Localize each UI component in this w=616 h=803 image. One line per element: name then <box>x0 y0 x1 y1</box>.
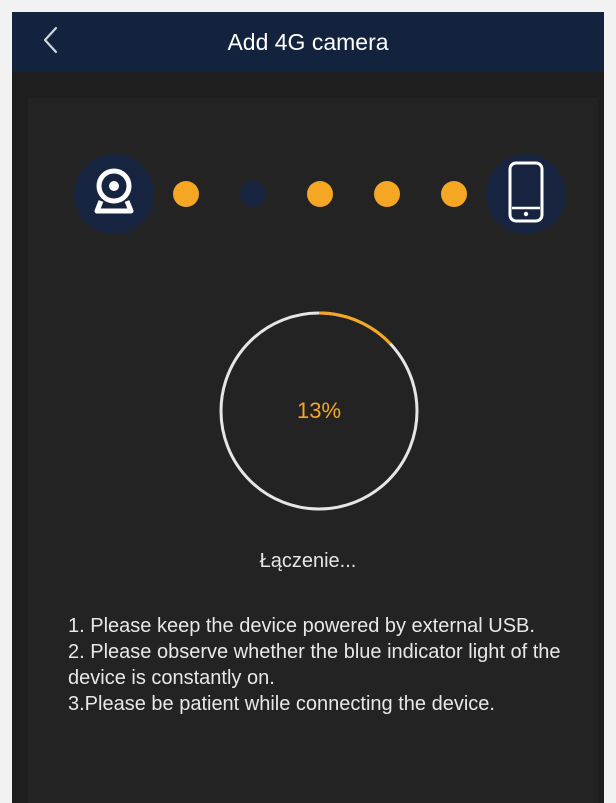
step-dot-active <box>173 181 199 207</box>
app-screen: Add 4G camera 13% Łączenie... 1. Please … <box>12 12 604 803</box>
instruction-item: 2. Please observe whether the blue indic… <box>68 641 561 689</box>
instructions-list: 1. Please keep the device powered by ext… <box>68 613 588 717</box>
connection-steps <box>12 12 604 234</box>
instruction-item: 3.Please be patient while connecting the… <box>68 693 495 715</box>
webcam-icon <box>91 167 137 222</box>
progress-percent: 13% <box>296 398 342 423</box>
connection-status: Łączenie... <box>259 550 357 572</box>
camera-endpoint <box>74 154 154 234</box>
smartphone-icon <box>508 161 544 228</box>
step-dot-pending <box>240 181 266 207</box>
step-dot-active <box>374 181 400 207</box>
step-dot-active <box>441 181 467 207</box>
step-dot-active <box>307 181 333 207</box>
instruction-item: 1. Please keep the device powered by ext… <box>68 615 535 637</box>
phone-endpoint <box>486 154 566 234</box>
